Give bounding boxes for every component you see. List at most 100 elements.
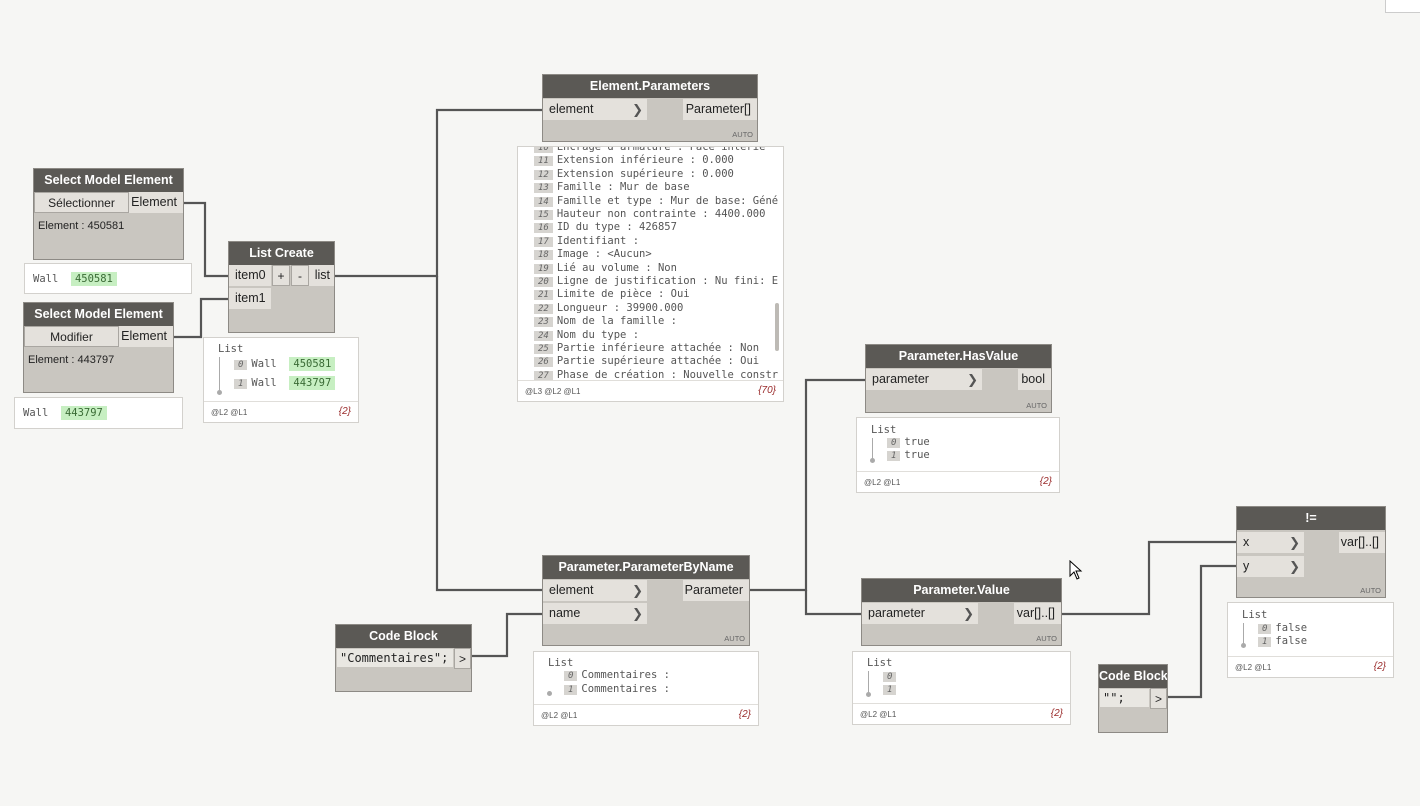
wire-code1-to-name <box>471 612 543 658</box>
parameter-row: 10 Encrage d'armature : Face intérie <box>534 147 765 153</box>
parameter-row: 21 Limite de pièce : Oui <box>534 288 690 301</box>
preview-scrollbar[interactable] <box>775 303 779 351</box>
parameter-row: 24 Nom du type : <box>534 329 639 341</box>
parameters-list[interactable]: 10 Encrage d'armature : Face intérie 11 Ext… <box>518 147 783 381</box>
list-levels: @L2 @L1 <box>541 711 578 720</box>
bynamenode-preview: List 0 Commentaires : 1 Commentaires : @L2… <box>533 651 759 726</box>
input-port-x[interactable]: x ❯ <box>1237 532 1304 553</box>
wall-label: Wall <box>33 273 59 285</box>
chevron-right-icon: ❯ <box>1289 559 1300 574</box>
list-create-node[interactable]: List Create item0 + - list item1 <box>228 241 335 333</box>
input-port-element[interactable]: element ❯ <box>543 580 647 601</box>
remove-input-button[interactable]: - <box>291 265 309 286</box>
list-levels: @L3 @L2 @L1 <box>525 387 581 396</box>
modify-button[interactable]: Modifier <box>24 326 119 347</box>
output-port-var[interactable]: var[]..[] <box>1339 532 1385 553</box>
list-header: List <box>871 424 897 436</box>
code-block-node-1[interactable]: Code Block "Commentaires"; > <box>335 624 472 692</box>
code-editor[interactable]: "Commentaires"; <box>337 649 453 667</box>
select-model-element-node-2[interactable]: Select Model Element Modifier Element El… <box>23 302 174 393</box>
item-count: {2} <box>338 406 351 417</box>
element-info: Element : 450581 <box>38 220 125 232</box>
lacing-label: AUTO <box>724 634 745 643</box>
output-port-bool[interactable]: bool <box>1018 369 1051 390</box>
output-port-parameter-list[interactable]: Parameter[] <box>683 99 757 120</box>
list-item: 0 false <box>1258 622 1307 634</box>
output-port-element[interactable]: Element <box>129 192 183 213</box>
node-title: Parameter.Value <box>862 579 1061 602</box>
chevron-right-icon: ❯ <box>632 102 643 117</box>
select-model-element-node-1[interactable]: Select Model Element Sélectionner Elemen… <box>33 168 184 260</box>
parameter-row: 19 Lié au volume : Non <box>534 262 677 274</box>
list-item: 0 <box>883 670 900 682</box>
output-port-parameter[interactable]: Parameter <box>683 580 749 601</box>
list-item: 1 Wall 443797 <box>234 376 336 390</box>
list-levels: @L2 @L1 <box>864 478 901 487</box>
lacing-label: AUTO <box>732 130 753 139</box>
select-button[interactable]: Sélectionner <box>34 192 129 213</box>
list-create-preview: List 0 Wall 450581 1 Wall 443797 @L2 @L1 {2… <box>203 337 359 423</box>
list-levels: @L2 @L1 <box>860 710 897 719</box>
output-port-element[interactable]: Element <box>119 326 173 347</box>
list-item: 1 true <box>887 449 930 461</box>
element-parameters-preview[interactable]: 10 Encrage d'armature : Face intérie 11 Ext… <box>517 146 784 402</box>
not-equal-node[interactable]: != x ❯ y ❯ var[]..[] AUTO <box>1236 506 1386 598</box>
chevron-right-icon: ❯ <box>1289 535 1300 550</box>
chevron-right-icon: ❯ <box>963 606 974 621</box>
input-port-parameter[interactable]: parameter ❯ <box>862 603 978 624</box>
input-port-item0[interactable]: item0 <box>229 265 271 286</box>
wall-preview-1: Wall 450581 <box>24 263 192 294</box>
lacing-label: AUTO <box>1026 401 1047 410</box>
list-header: List <box>867 657 893 669</box>
node-title: Parameter.HasValue <box>866 345 1051 368</box>
parameter-row: 15 Hauteur non contrainte : 4400.000 <box>534 208 765 220</box>
parameter-value-node[interactable]: Parameter.Value parameter ❯ var[]..[] AUT… <box>861 578 1062 646</box>
parameter-row: 13 Famille : Mur de base <box>534 181 690 194</box>
input-port-item1[interactable]: item1 <box>229 288 271 309</box>
node-title: Parameter.ParameterByName <box>543 556 749 579</box>
code-editor[interactable]: ""; <box>1100 689 1149 707</box>
list-item: 0 true <box>887 436 930 448</box>
node-title: Element.Parameters <box>543 75 757 98</box>
node-title: != <box>1237 507 1385 530</box>
mouse-cursor-icon <box>1069 560 1083 580</box>
parameter-row: 17 Identifiant : <box>534 235 639 247</box>
chevron-right-icon: ❯ <box>632 606 643 621</box>
parameter-row: 20 Ligne de justification : Nu fini: E <box>534 275 778 287</box>
input-port-parameter[interactable]: parameter ❯ <box>866 369 982 390</box>
wire-list-to-elemparams <box>334 108 543 278</box>
list-header: List <box>218 343 244 355</box>
item-count: {70} <box>758 385 776 396</box>
list-levels: @L2 @L1 <box>1235 663 1272 672</box>
node-title: Select Model Element <box>24 303 173 326</box>
item-count: {2} <box>1039 476 1052 487</box>
list-header: List <box>548 657 574 669</box>
wall-preview-2: Wall 443797 <box>14 397 183 429</box>
parameter-bynamenode[interactable]: Parameter.ParameterByName element ❯ name ❯… <box>542 555 750 646</box>
wire-byname-to-paramvalue <box>804 590 862 616</box>
input-port-name[interactable]: name ❯ <box>543 603 647 624</box>
window-corner-control[interactable] <box>1385 0 1420 13</box>
output-port-code[interactable]: > <box>1150 688 1167 709</box>
wall-label: Wall <box>23 407 49 419</box>
parameter-row: 23 Nom de la famille : <box>534 315 677 328</box>
wire-value-to-x <box>1061 540 1237 616</box>
add-input-button[interactable]: + <box>272 265 290 286</box>
code-block-node-2[interactable]: Code Block ""; > <box>1098 664 1168 733</box>
parameter-row: 12 Extension supérieure : 0.000 <box>534 168 734 180</box>
node-title: Select Model Element <box>34 169 183 192</box>
parameter-row: 27 Phase de création : Nouvelle constr <box>534 369 778 381</box>
item-count: {2} <box>1050 708 1063 719</box>
list-item: 0 Commentaires : <box>564 669 670 681</box>
input-port-y[interactable]: y ❯ <box>1237 556 1304 577</box>
list-item: 0 Wall 450581 <box>234 357 336 371</box>
not-equal-preview: List 0 false 1 false @L2 @L1 {2} <box>1227 602 1394 678</box>
parameter-hasvalue-node[interactable]: Parameter.HasValue parameter ❯ bool AUTO <box>865 344 1052 413</box>
input-port-element[interactable]: element ❯ <box>543 99 647 120</box>
element-parameters-node[interactable]: Element.Parameters element ❯ Parameter[] … <box>542 74 758 142</box>
output-port-code[interactable]: > <box>454 648 471 669</box>
parameter-row: 11 Extension inférieure : 0.000 <box>534 154 734 167</box>
output-port-list[interactable]: list <box>309 265 334 286</box>
output-port-var[interactable]: var[]..[] <box>1014 603 1061 624</box>
list-item: 1 false <box>1258 635 1307 647</box>
